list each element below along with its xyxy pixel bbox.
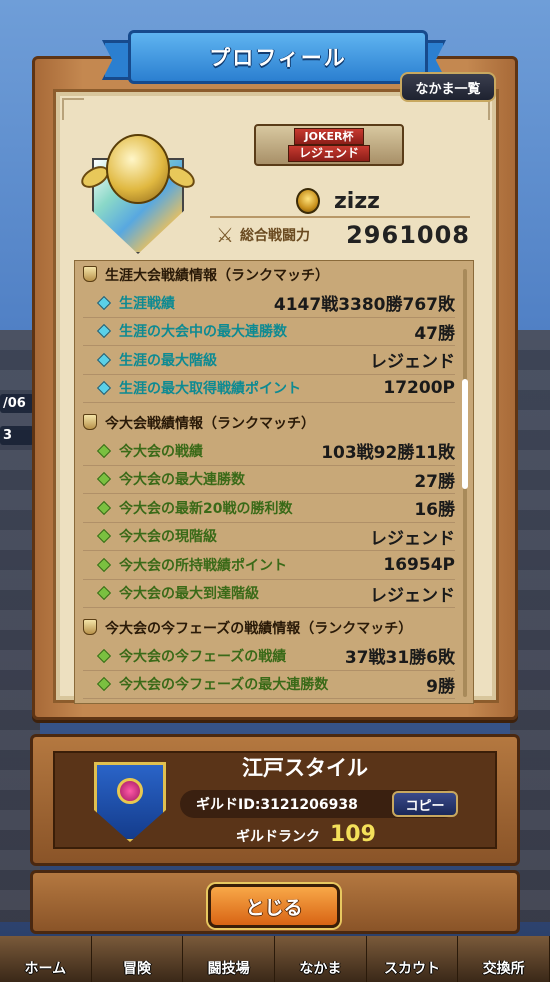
trophy-icon	[83, 414, 97, 430]
scroll-thumb[interactable]	[462, 379, 468, 489]
stats-content: 生涯大会戦績情報（ランクマッチ） 生涯戦績 4147戦3380勝767敗 生涯の大会中…	[75, 261, 473, 699]
rank-plate-line2: レジェンド	[287, 145, 370, 162]
stat-value: 17200P	[383, 378, 455, 399]
stats-section-title: 今大会の今フェーズの戦績情報（ランクマッチ）	[75, 614, 473, 642]
scrollbar[interactable]	[462, 269, 468, 697]
stat-row: 今大会の最大連勝数 27勝	[83, 466, 455, 494]
stat-row: 今大会の今フェーズの戦績 37戦31勝6敗	[83, 642, 455, 671]
diamond-bullet-icon	[96, 586, 112, 601]
guild-rank-value: 109	[330, 822, 376, 847]
stats-section-title: 生涯大会戦績情報（ランクマッチ）	[75, 261, 473, 289]
stat-row: 生涯の大会中の最大連勝数 47勝	[83, 318, 455, 346]
nav-item-home[interactable]: ホーム	[0, 936, 92, 982]
stat-row: 今大会の現階級 レジェンド	[83, 523, 455, 551]
guild-id-row: ギルドID:3121206938 コピー	[180, 790, 458, 818]
background-badge: /06	[0, 394, 34, 413]
bottom-nav: ホーム 冒険 闘技場 なかま スカウト 交換所	[0, 936, 550, 982]
section-title-text: 今大会戦績情報（ランクマッチ）	[105, 416, 315, 432]
rank-title-plate: JOKER杯 レジェンド	[254, 124, 404, 166]
player-emblem	[77, 128, 199, 258]
stat-value: レジェンド	[370, 352, 455, 373]
player-row: zizz	[296, 188, 380, 214]
section-title-text: 今大会の今フェーズの戦績情報（ランクマッチ）	[105, 621, 413, 637]
copy-button[interactable]: コピー	[392, 791, 458, 817]
diamond-bullet-icon	[96, 648, 112, 663]
stat-value: レジェンド	[370, 585, 455, 606]
stat-value: 47勝	[414, 323, 455, 344]
diamond-bullet-icon	[96, 381, 112, 396]
stat-label: 今大会の最大到達階級	[119, 586, 259, 603]
stat-row: 今大会の所持戦績ポイント 16954P	[83, 551, 455, 580]
stat-value: 16954P	[383, 554, 455, 575]
stat-value: 16勝	[414, 500, 455, 521]
stat-label: 生涯の大会中の最大連勝数	[119, 324, 287, 341]
guild-id: ギルドID:3121206938	[196, 797, 358, 813]
page-title: プロフィール	[128, 30, 428, 84]
diamond-bullet-icon	[96, 529, 112, 544]
stat-label: 今大会の最大連勝数	[119, 472, 245, 489]
diamond-bullet-icon	[96, 677, 112, 692]
stat-label: 生涯の最大取得戦績ポイント	[119, 381, 301, 398]
stat-label: 今大会の所持戦績ポイント	[119, 557, 287, 574]
stats-scroll-list[interactable]: 生涯大会戦績情報（ランクマッチ） 生涯戦績 4147戦3380勝767敗 生涯の大会中…	[74, 260, 474, 704]
stat-row: 今大会の最新20戦の勝利数 16勝	[83, 494, 455, 523]
nav-item-arena[interactable]: 闘技場	[183, 936, 276, 982]
diamond-bullet-icon	[96, 324, 112, 339]
guild-name: 江戸スタイル	[242, 756, 368, 780]
stat-value: 27勝	[414, 471, 455, 492]
stat-label: 今大会の現階級	[119, 529, 217, 546]
diamond-bullet-icon	[96, 500, 112, 515]
nav-item-adventure[interactable]: 冒険	[92, 936, 184, 982]
total-power-row: ⚔ 総合戦闘力 2961008	[210, 216, 470, 252]
diamond-bullet-icon	[96, 472, 112, 487]
trophy-icon	[83, 266, 97, 282]
nav-item-party[interactable]: なかま	[275, 936, 367, 982]
stat-value: 103戦92勝11敗	[321, 443, 455, 464]
stat-label: 今大会の最新20戦の勝利数	[119, 500, 293, 517]
stats-section-title: 今大会戦績情報（ランクマッチ）	[75, 409, 473, 437]
stat-row: 今大会の戦績 103戦92勝11敗	[83, 437, 455, 466]
nav-item-exchange[interactable]: 交換所	[458, 936, 550, 982]
stat-value: レジェンド	[370, 528, 455, 549]
stat-label: 生涯の最大階級	[119, 352, 217, 369]
stat-row: 今大会の今フェーズの最大連勝数 9勝	[83, 671, 455, 699]
diamond-bullet-icon	[96, 352, 112, 367]
stat-value: 9勝	[426, 676, 455, 697]
guild-rank-label: ギルドランク	[236, 829, 320, 845]
stat-label: 今大会の戦績	[119, 443, 203, 460]
stat-value: 4147戦3380勝767敗	[273, 295, 455, 316]
crossed-swords-icon: ⚔	[216, 223, 234, 247]
stat-row: 今大会の最大到達階級 レジェンド	[83, 580, 455, 608]
stat-row: 生涯戦績 4147戦3380勝767敗	[83, 289, 455, 318]
diamond-bullet-icon	[96, 557, 112, 572]
rank-plate-line1: JOKER杯	[293, 128, 365, 145]
corner-ornament	[62, 98, 84, 120]
guild-emblem-gem	[117, 778, 143, 804]
medal-icon	[296, 188, 320, 214]
stat-value: 37戦31勝6敗	[344, 648, 455, 669]
emblem-crest	[106, 134, 170, 204]
stat-label: 今大会の今フェーズの戦績	[119, 648, 287, 665]
party-list-button[interactable]: なかま一覧	[400, 72, 496, 102]
stat-row: 生涯の最大取得戦績ポイント 17200P	[83, 375, 455, 403]
player-name: zizz	[334, 188, 380, 214]
stat-label: 今大会の今フェーズの最大連勝数	[119, 677, 329, 694]
total-power-value: 2961008	[346, 221, 470, 249]
trophy-icon	[83, 619, 97, 635]
background-badge: 3	[0, 426, 34, 445]
guild-rank-row: ギルドランク 109	[236, 822, 376, 847]
stat-row: 生涯の最大階級 レジェンド	[83, 346, 455, 375]
close-button[interactable]: とじる	[208, 884, 340, 928]
diamond-bullet-icon	[96, 295, 112, 310]
nav-item-scout[interactable]: スカウト	[367, 936, 459, 982]
section-title-text: 生涯大会戦績情報（ランクマッチ）	[105, 268, 329, 284]
diamond-bullet-icon	[96, 443, 112, 458]
stat-label: 生涯戦績	[119, 295, 175, 312]
total-power-label: 総合戦闘力	[240, 228, 310, 244]
